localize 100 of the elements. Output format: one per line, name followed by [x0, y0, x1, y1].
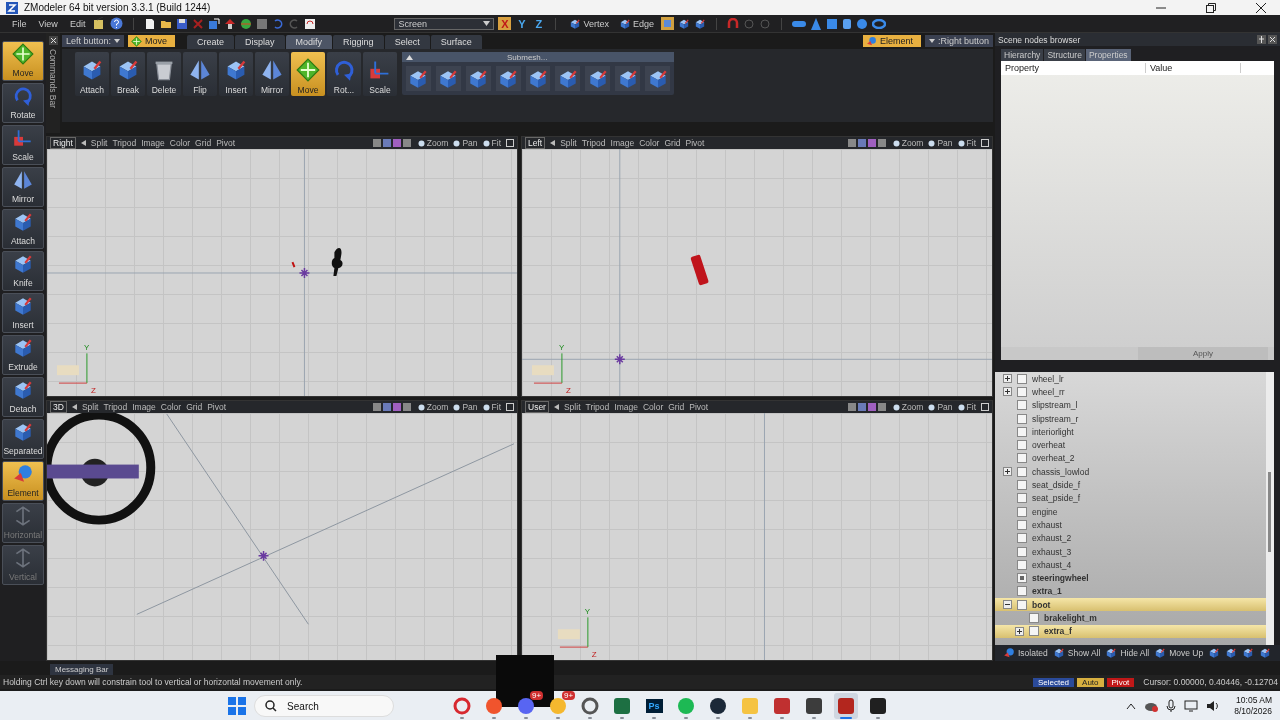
viewport-menu-item[interactable]: Image — [141, 138, 165, 148]
speaker-icon[interactable] — [1206, 700, 1221, 712]
tree-item[interactable]: engine — [995, 504, 1266, 519]
pin-icon[interactable] — [1257, 35, 1266, 44]
taskbar-app-button[interactable]: Ps — [642, 693, 667, 719]
viewport-control[interactable]: Fit — [482, 138, 501, 148]
tree-item[interactable]: brakelight_m — [995, 611, 1266, 625]
tool-button[interactable]: Scale — [2, 125, 44, 165]
microphone-icon[interactable] — [1166, 699, 1177, 713]
checkbox[interactable] — [1017, 586, 1027, 597]
panel-tab[interactable]: Properties — [1085, 49, 1131, 61]
viewport-control[interactable]: Zoom — [417, 138, 449, 148]
chevron-up-icon[interactable] — [1126, 702, 1137, 710]
checkbox[interactable] — [1029, 613, 1039, 623]
checkbox[interactable] — [1017, 440, 1027, 451]
checkbox[interactable] — [1017, 373, 1027, 384]
menu-item[interactable]: Edit — [65, 18, 90, 29]
panel-tab[interactable]: Structure — [1044, 49, 1085, 61]
viewport-control[interactable]: Zoom — [417, 402, 449, 412]
menu-item[interactable]: View — [34, 18, 62, 29]
tree-item[interactable]: seat_dside_f — [995, 478, 1266, 492]
checkbox[interactable] — [1017, 426, 1027, 437]
tree-item[interactable]: exhaust — [995, 518, 1266, 532]
display-mode-icons[interactable] — [372, 403, 413, 411]
tree-action-button[interactable]: Move Up — [1154, 647, 1204, 659]
tree-action-button[interactable]: Isolated — [1003, 647, 1048, 659]
viewport[interactable]: 3D Split Tripod Image Color Grid Pivot Zoom Pan Fit — [46, 400, 518, 661]
expand-icon[interactable] — [1003, 374, 1012, 383]
cone-icon[interactable] — [809, 17, 822, 30]
viewport-name[interactable]: 3D — [50, 401, 67, 413]
tree-action-button[interactable] — [1208, 647, 1221, 659]
collapse-icon[interactable] — [1003, 600, 1012, 610]
submesh-tool-button[interactable] — [465, 66, 491, 91]
viewport-menu-item[interactable]: Image — [132, 402, 156, 412]
viewport-name[interactable]: Right — [50, 137, 76, 149]
mode-button[interactable]: Vertex — [566, 17, 612, 30]
checkbox[interactable] — [1017, 506, 1027, 517]
checkbox[interactable] — [1029, 626, 1039, 637]
viewport-control[interactable]: Pan — [453, 138, 478, 148]
viewport-menu-item[interactable]: Grid — [186, 402, 203, 412]
ribbon-tab[interactable]: Modify — [285, 35, 333, 49]
tree-item[interactable]: wheel_lr — [995, 372, 1266, 386]
tree-action-button[interactable]: Show All — [1052, 647, 1101, 659]
submesh-tool-button[interactable] — [525, 66, 551, 91]
checkbox[interactable] — [1017, 466, 1027, 477]
cylinder-icon[interactable] — [841, 17, 852, 30]
tree-item[interactable]: slipstream_l — [995, 398, 1266, 412]
start-icon[interactable] — [228, 697, 247, 715]
tool-button[interactable]: Move — [2, 41, 44, 81]
status-indicator[interactable]: Auto — [1077, 677, 1104, 687]
tree-item[interactable]: exhaust_3 — [995, 544, 1266, 559]
tool-button[interactable]: Mirror — [2, 167, 44, 207]
viewport-menu-item[interactable]: Color — [169, 138, 191, 148]
tree-item[interactable]: interiorlight — [995, 425, 1266, 439]
tool-button[interactable]: Extrude — [2, 335, 44, 375]
maximize-icon[interactable] — [981, 139, 989, 147]
tree-action-button[interactable]: Hide All — [1105, 647, 1150, 659]
torus-icon[interactable] — [871, 18, 886, 29]
checkbox[interactable] — [1017, 533, 1027, 544]
tree-item[interactable]: steeringwheel — [995, 571, 1266, 585]
viewport-menu-item[interactable]: Image — [610, 138, 635, 148]
ribbon-tool-button[interactable]: Attach — [75, 52, 109, 96]
viewport-menu-item[interactable]: Grid — [664, 138, 681, 148]
display-mode-icons[interactable] — [847, 139, 888, 147]
ribbon-tab[interactable]: Create — [187, 35, 235, 49]
pivot-icon[interactable] — [298, 267, 311, 279]
checkbox[interactable] — [1017, 413, 1027, 424]
save-icon[interactable] — [176, 17, 189, 30]
viewport-name[interactable]: Left — [525, 137, 546, 149]
viewport-menu-item[interactable]: Pivot — [689, 402, 709, 412]
tool-button[interactable]: Separated — [2, 419, 44, 459]
viewport-menu-item[interactable]: Pivot — [216, 138, 236, 148]
tool-button[interactable]: Detach — [2, 377, 44, 417]
tree-action-button[interactable] — [1242, 647, 1255, 659]
checkbox[interactable] — [1017, 519, 1027, 530]
status-indicator[interactable]: Selected — [1032, 677, 1075, 687]
pivot-icon[interactable] — [257, 550, 270, 562]
scrollbar-thumb[interactable] — [1268, 472, 1271, 552]
submesh-tool-button[interactable] — [495, 66, 521, 91]
globe-icon[interactable] — [240, 17, 253, 30]
clock-time[interactable]: 10:05 AM — [1236, 695, 1272, 706]
viewport-menu-item[interactable]: Split — [90, 138, 108, 148]
new-file-icon[interactable] — [144, 17, 157, 30]
viewport-menu-item[interactable]: Pivot — [207, 402, 227, 412]
maximize-icon[interactable] — [1206, 2, 1216, 13]
expand-icon[interactable] — [1015, 626, 1024, 636]
tree-item[interactable]: exhaust_4 — [995, 558, 1266, 572]
sphere-icon[interactable] — [855, 17, 868, 30]
viewport-control[interactable]: Fit — [482, 402, 501, 412]
pivot-icon[interactable] — [614, 353, 626, 365]
viewport-menu-item[interactable]: Color — [639, 138, 660, 148]
viewport-menu-item[interactable]: Grid — [195, 138, 212, 148]
viewport-menu-item[interactable]: Split — [563, 402, 581, 412]
caret-icon[interactable] — [550, 140, 556, 146]
left-button-dropdown[interactable]: Left button: — [62, 35, 125, 47]
tree-item[interactable]: extra_1 — [995, 584, 1266, 599]
viewport-menu-item[interactable]: Split — [81, 402, 99, 412]
ribbon-tool-button[interactable]: Scale — [363, 52, 397, 96]
capsule-icon[interactable] — [791, 18, 806, 29]
checkbox[interactable] — [1017, 453, 1027, 464]
